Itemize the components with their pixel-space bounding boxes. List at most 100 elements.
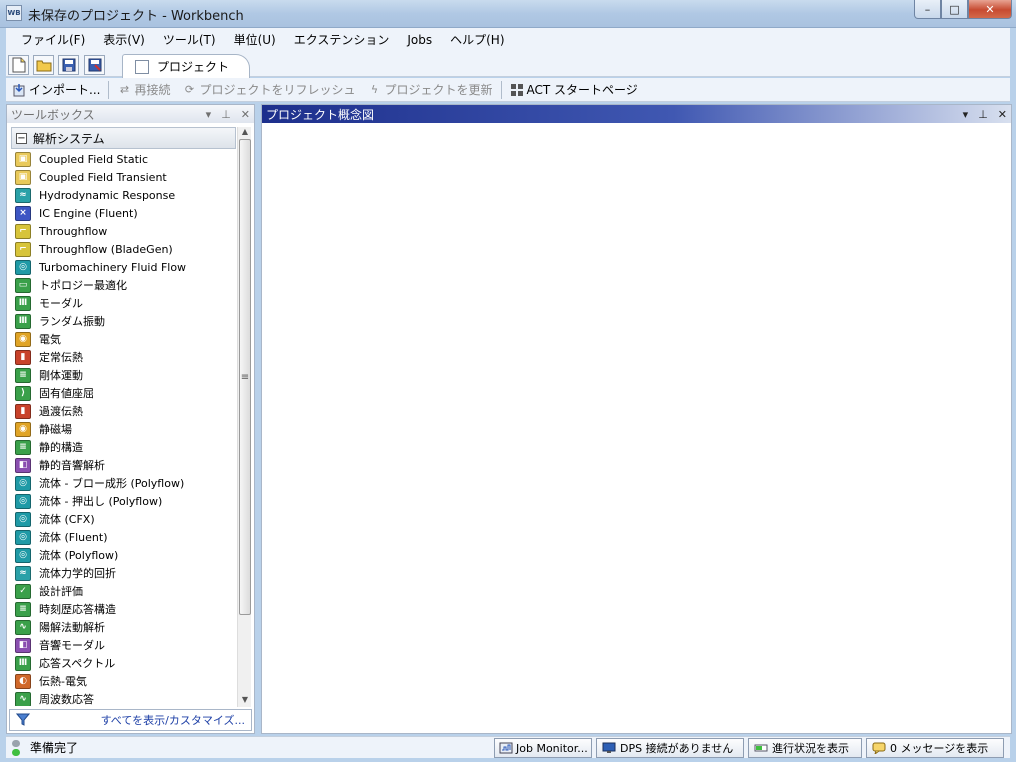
list-item[interactable]: Ⅲ 応答スペクトル <box>15 654 237 672</box>
import-icon <box>12 83 26 97</box>
scroll-up-icon[interactable]: ▲ <box>238 127 252 139</box>
show-progress-button[interactable]: 進行状況を表示 <box>748 738 862 758</box>
list-item[interactable]: ≡ 剛体運動 <box>15 366 237 384</box>
analysis-system-icon: ▣ <box>15 151 31 167</box>
tab-project[interactable]: プロジェクト <box>122 54 250 78</box>
list-item[interactable]: ◎ Turbomachinery Fluid Flow <box>15 258 237 276</box>
list-item[interactable]: ◎ 流体 (Fluent) <box>15 528 237 546</box>
analysis-system-icon: Ⅲ <box>15 655 31 671</box>
project-page-icon <box>135 59 149 74</box>
menu-file[interactable]: ファイル(F) <box>12 28 94 52</box>
list-item-label: 流体 (CFX) <box>39 513 95 526</box>
list-item[interactable]: Ⅲ ランダム振動 <box>15 312 237 330</box>
close-button[interactable]: ✕ <box>968 0 1012 19</box>
list-item[interactable]: ▮ 定常伝熱 <box>15 348 237 366</box>
list-item-label: 定常伝熱 <box>39 351 83 364</box>
menu-help[interactable]: ヘルプ(H) <box>441 28 513 52</box>
list-item[interactable]: ∿ 周波数応答 <box>15 690 237 706</box>
list-item-label: Throughflow <box>39 224 108 238</box>
list-item[interactable]: ≈ Hydrodynamic Response <box>15 186 237 204</box>
dropdown-arrow-icon[interactable]: ▾ <box>963 108 969 121</box>
status-light-icon <box>12 739 20 756</box>
list-item-label: 固有値座屈 <box>39 387 94 400</box>
list-item[interactable]: ▣ Coupled Field Transient <box>15 168 237 186</box>
list-item-label: 静的音響解析 <box>39 459 105 472</box>
list-item[interactable]: ≡ 時刻歴応答構造 <box>15 600 237 618</box>
list-item[interactable]: ◎ 流体 (Polyflow) <box>15 546 237 564</box>
list-item[interactable]: ◎ 流体 - ブロー成形 (Polyflow) <box>15 474 237 492</box>
list-item[interactable]: ◐ 伝熱-電気 <box>15 672 237 690</box>
list-item-label: 静磁場 <box>39 423 72 436</box>
menu-extensions[interactable]: エクステンション <box>285 28 399 52</box>
project-toolbar: インポート... ⇄ 再接続 ⟳ プロジェクトをリフレッシュ ϟ プロジェクトを… <box>6 78 1010 102</box>
analysis-system-icon: ▣ <box>15 169 31 185</box>
list-item[interactable]: ◉ 静磁場 <box>15 420 237 438</box>
title-bar: WB 未保存のプロジェクト - Workbench – □ ✕ <box>0 0 1016 28</box>
list-item-label: Turbomachinery Fluid Flow <box>39 260 187 274</box>
job-monitor-button[interactable]: Job Monitor... <box>494 738 592 758</box>
open-folder-icon[interactable] <box>33 55 54 75</box>
list-item[interactable]: ▮ 過渡伝熱 <box>15 402 237 420</box>
schematic-canvas[interactable] <box>262 123 1011 733</box>
grid-icon <box>510 83 524 97</box>
reconnect-button[interactable]: ⇄ 再接続 <box>111 78 176 102</box>
list-item-label: 周波数応答 <box>39 693 94 706</box>
act-start-page-button[interactable]: ACT スタートページ <box>504 78 644 102</box>
scrollbar-thumb[interactable]: ≡ <box>239 139 251 615</box>
list-item[interactable]: ◉ 電気 <box>15 330 237 348</box>
list-item[interactable]: Ⅲ モーダル <box>15 294 237 312</box>
save-as-icon[interactable] <box>84 55 105 75</box>
close-icon[interactable]: ✕ <box>241 108 250 121</box>
show-all-customize-link[interactable]: すべてを表示/カスタマイズ... <box>9 709 252 731</box>
refresh-project-button[interactable]: ⟳ プロジェクトをリフレッシュ <box>176 78 361 102</box>
menu-jobs[interactable]: Jobs <box>398 28 441 52</box>
list-item[interactable]: ▣ Coupled Field Static <box>15 150 237 168</box>
list-item[interactable]: ◧ 音響モーダル <box>15 636 237 654</box>
import-label: インポート... <box>29 83 101 97</box>
collapse-icon[interactable]: − <box>16 132 27 144</box>
job-monitor-icon <box>499 741 513 755</box>
list-item[interactable]: ⨯ IC Engine (Fluent) <box>15 204 237 222</box>
analysis-system-icon: ▮ <box>15 403 31 419</box>
toolbox-scrollbar[interactable]: ▲ ≡ ▼ <box>237 127 251 707</box>
act-start-page-label: ACT スタートページ <box>526 83 638 97</box>
analysis-system-icon: ◎ <box>15 493 31 509</box>
list-item[interactable]: ◧ 静的音響解析 <box>15 456 237 474</box>
close-icon[interactable]: ✕ <box>998 108 1007 121</box>
list-item[interactable]: ∿ 陽解法動解析 <box>15 618 237 636</box>
list-item[interactable]: ◎ 流体 (CFX) <box>15 510 237 528</box>
dps-connection-label: DPS 接続がありません <box>620 742 734 755</box>
minimize-button[interactable]: – <box>914 0 941 19</box>
list-item[interactable]: ≡ 静的構造 <box>15 438 237 456</box>
list-item[interactable]: ✓ 設計評価 <box>15 582 237 600</box>
list-item[interactable]: ⌐ Throughflow (BladeGen) <box>15 240 237 258</box>
dropdown-arrow-icon[interactable]: ▾ <box>206 108 212 121</box>
list-item-label: 応答スペクトル <box>39 657 116 670</box>
monitor-icon <box>601 741 617 755</box>
analysis-system-icon: ◎ <box>15 259 31 275</box>
list-item[interactable]: ⌐ Throughflow <box>15 222 237 240</box>
update-project-button[interactable]: ϟ プロジェクトを更新 <box>361 78 498 102</box>
list-item[interactable]: ≈ 流体力学的回折 <box>15 564 237 582</box>
save-icon[interactable] <box>58 55 79 75</box>
list-item[interactable]: ▭ トポロジー最適化 <box>15 276 237 294</box>
scroll-down-icon[interactable]: ▼ <box>238 695 252 707</box>
pin-icon[interactable]: ⊥ <box>221 108 231 121</box>
lightning-icon: ϟ <box>370 83 379 96</box>
list-item[interactable]: ◎ 流体 - 押出し (Polyflow) <box>15 492 237 510</box>
analysis-systems-group[interactable]: − 解析システム <box>11 127 236 149</box>
dps-connection-button[interactable]: DPS 接続がありません <box>596 738 744 758</box>
list-item-label: 伝熱-電気 <box>39 675 87 688</box>
menu-units[interactable]: 単位(U) <box>225 28 285 52</box>
new-project-icon[interactable] <box>8 55 29 75</box>
menu-view[interactable]: 表示(V) <box>94 28 154 52</box>
pin-icon[interactable]: ⊥ <box>978 108 988 121</box>
menu-tools[interactable]: ツール(T) <box>154 28 225 52</box>
show-messages-button[interactable]: 0 メッセージを表示 <box>866 738 1004 758</box>
list-item[interactable]: ⟩ 固有値座屈 <box>15 384 237 402</box>
analysis-system-icon: ≈ <box>15 565 31 581</box>
analysis-system-icon: ∿ <box>15 619 31 635</box>
maximize-button[interactable]: □ <box>941 0 968 19</box>
list-item-label: 時刻歴応答構造 <box>39 603 116 616</box>
import-button[interactable]: インポート... <box>6 78 106 102</box>
